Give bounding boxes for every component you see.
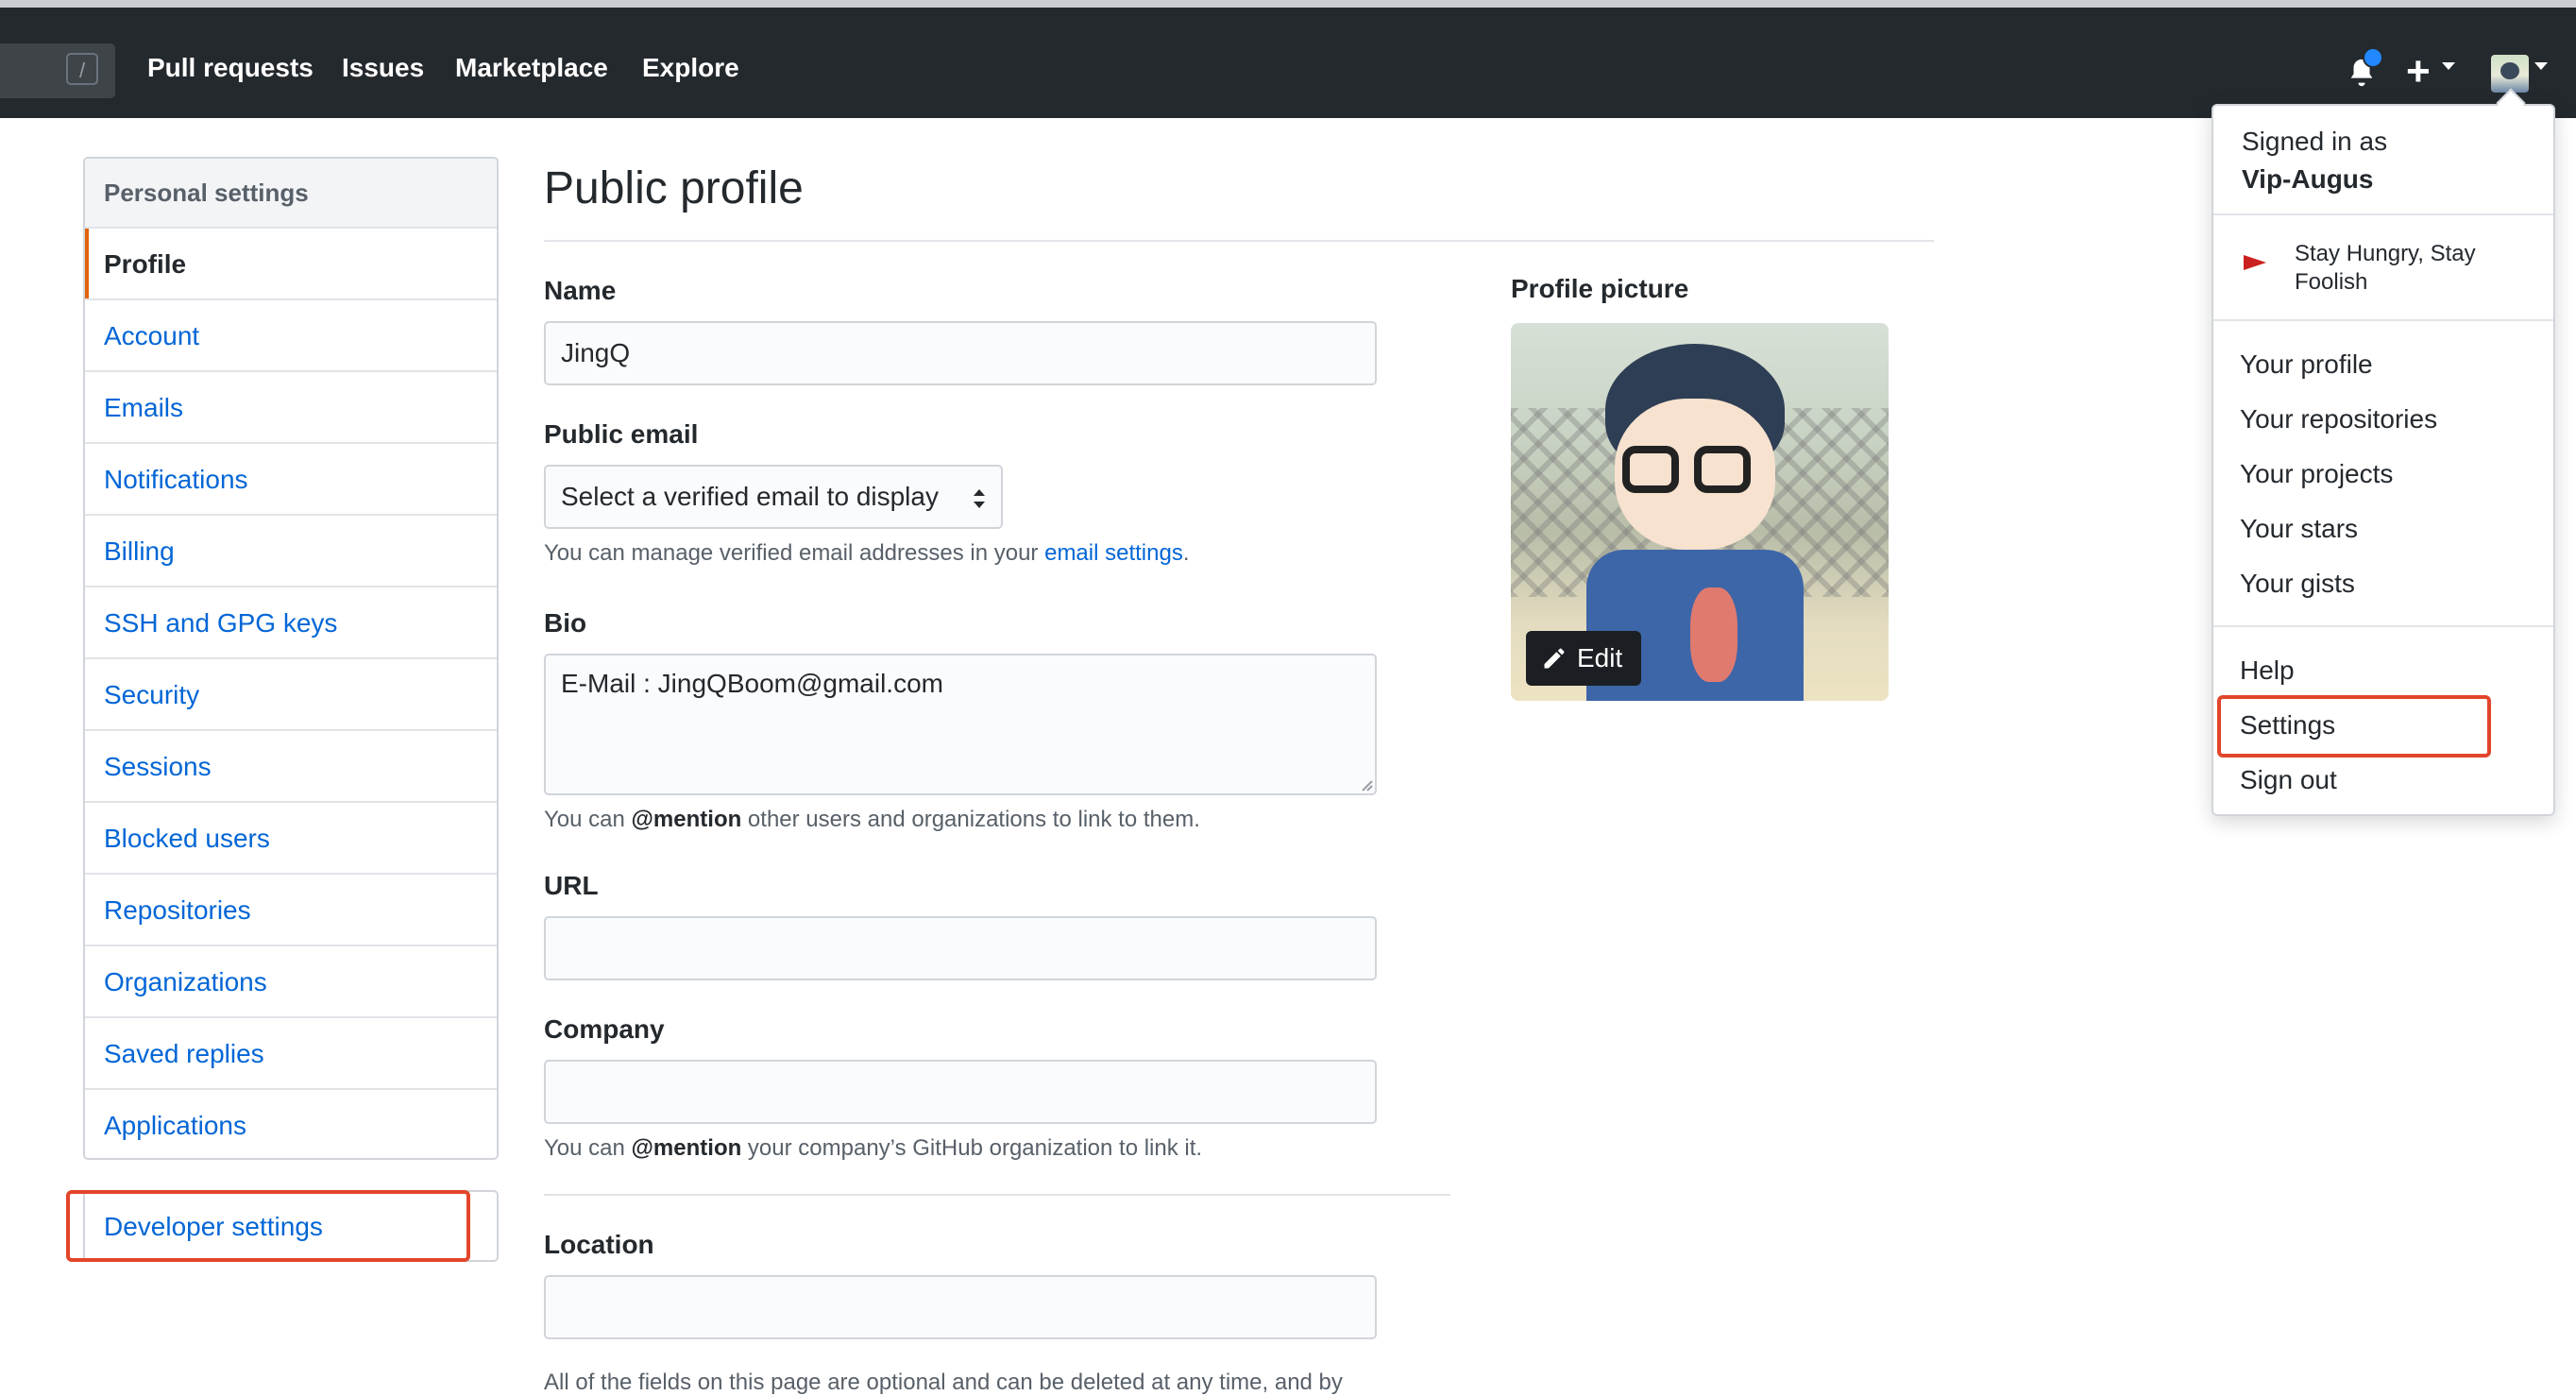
optional-fields-note: All of the fields on this page are optio… [544,1370,1343,1395]
edit-picture-label: Edit [1577,643,1623,672]
name-label: Name [544,276,617,305]
bio-note-text: You can [544,807,632,832]
bio-field[interactable]: E-Mail : JingQBoom@gmail.com [544,654,1377,795]
menu-item-help[interactable]: Help [2240,655,2295,686]
page-title: Public profile [544,163,804,213]
menu-item-your-stars[interactable]: Your stars [2240,514,2358,544]
company-field[interactable] [544,1060,1377,1124]
red-flag-icon [2244,255,2266,270]
sidebar-item-organizations[interactable]: Organizations [85,946,497,1018]
profile-picture-glasses-right [1694,446,1751,493]
search-shortcut-key: / [66,53,98,85]
sidebar-item-profile[interactable]: Profile [85,229,497,300]
url-label: URL [544,871,599,900]
sidebar-item-sessions[interactable]: Sessions [85,731,497,803]
email-note-text: You can manage verified email addresses … [544,540,1045,566]
edit-picture-button[interactable]: Edit [1526,631,1641,686]
bio-note-end: other users and organizations to link to… [741,807,1200,832]
public-email-select[interactable]: Select a verified email to display [544,465,1003,529]
sidebar-item-blocked-users[interactable]: Blocked users [85,803,497,875]
nav-explore[interactable]: Explore [642,53,739,83]
location-field[interactable] [544,1275,1377,1339]
dropdown-divider [2213,625,2553,627]
public-email-select-value: Select a verified email to display [561,482,939,511]
bio-note-mention: @mention [631,807,742,832]
user-status[interactable]: Stay Hungry, Stay Foolish [2295,240,2531,297]
company-note-mention: @mention [631,1135,742,1161]
sidebar-item-saved-replies[interactable]: Saved replies [85,1018,497,1090]
email-settings-link[interactable]: email settings [1044,540,1183,566]
sidebar-item-notifications[interactable]: Notifications [85,444,497,516]
menu-item-your-repositories[interactable]: Your repositories [2240,404,2437,434]
plus-icon[interactable]: + [2406,45,2431,98]
company-note-text: You can [544,1135,632,1161]
bio-value: E-Mail : JingQBoom@gmail.com [561,669,943,698]
menu-item-sign-out[interactable]: Sign out [2240,765,2337,795]
nav-pull-requests[interactable]: Pull requests [147,53,314,83]
settings-highlight [2217,695,2491,758]
pencil-icon [1544,648,1565,669]
sidebar-item-billing[interactable]: Billing [85,516,497,587]
sidebar-header: Personal settings [85,159,497,229]
window-top-strip [0,0,2576,8]
unread-indicator-icon [2363,47,2383,68]
resize-grip-icon[interactable] [1358,776,1373,792]
profile-picture-label: Profile picture [1511,274,1689,303]
username: Vip-Augus [2242,164,2374,194]
nav-issues[interactable]: Issues [342,53,424,83]
menu-item-your-profile[interactable]: Your profile [2240,349,2373,380]
sidebar-item-account[interactable]: Account [85,300,497,372]
nav-marketplace[interactable]: Marketplace [455,53,608,83]
chevron-down-icon[interactable] [2442,62,2455,70]
bio-note: You can @mention other users and organiz… [544,807,1200,833]
sidebar-item-emails[interactable]: Emails [85,372,497,444]
sidebar-item-applications[interactable]: Applications [85,1090,497,1158]
email-note-end: . [1182,540,1190,566]
signed-in-label: Signed in as [2242,127,2388,156]
dropdown-divider [2213,319,2553,321]
sidebar-item-ssh-gpg-keys[interactable]: SSH and GPG keys [85,587,497,659]
location-label: Location [544,1230,654,1259]
sidebar-item-repositories[interactable]: Repositories [85,875,497,946]
bio-label: Bio [544,608,587,638]
settings-sidebar: Personal settings Profile Account Emails… [83,157,499,1160]
menu-item-your-projects[interactable]: Your projects [2240,459,2393,489]
select-arrows-icon [974,489,985,508]
email-note: You can manage verified email addresses … [544,540,1190,567]
title-divider [544,240,1934,242]
company-label: Company [544,1014,665,1044]
developer-settings-highlight [66,1190,470,1262]
avatar[interactable] [2491,55,2529,93]
section-divider [544,1194,1450,1196]
url-field[interactable] [544,916,1377,980]
name-field[interactable] [544,321,1377,385]
dropdown-divider [2213,213,2553,215]
company-note-end: your company’s GitHub organization to li… [741,1135,1203,1161]
public-email-label: Public email [544,419,699,449]
company-note: You can @mention your company’s GitHub o… [544,1135,1202,1162]
sidebar-item-security[interactable]: Security [85,659,497,731]
profile-picture-glasses-left [1622,446,1679,493]
chevron-down-icon[interactable] [2534,62,2548,70]
top-header: / Pull requests Issues Marketplace Explo… [0,8,2576,118]
profile-picture-fish [1690,587,1737,682]
menu-item-your-gists[interactable]: Your gists [2240,569,2355,599]
